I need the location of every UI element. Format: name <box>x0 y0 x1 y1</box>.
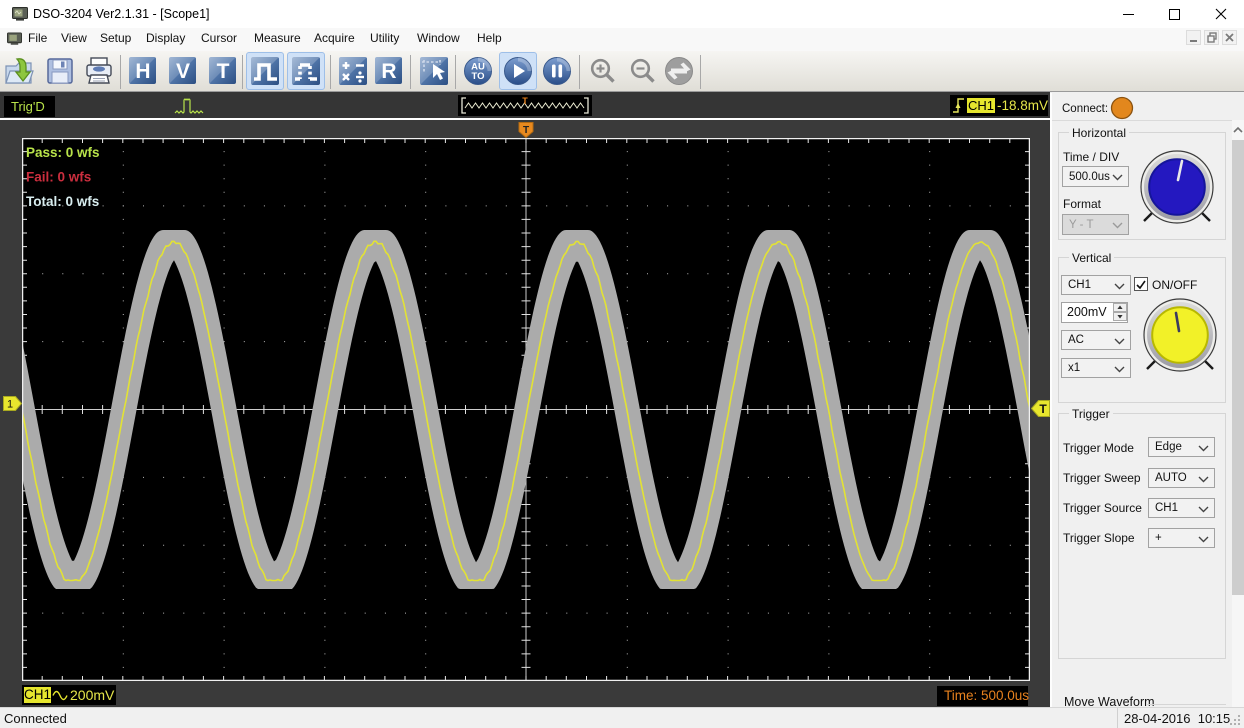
svg-text:T: T <box>523 125 529 136</box>
svg-text:1: 1 <box>7 399 13 411</box>
svg-text:T: T <box>1039 402 1047 416</box>
svg-text:TO: TO <box>471 71 484 82</box>
svg-text:V: V <box>176 60 190 83</box>
svg-text:T: T <box>522 96 528 106</box>
svg-text:Fail: 0 wfs: Fail: 0 wfs <box>26 170 91 185</box>
svg-text:H: H <box>135 60 150 83</box>
svg-text:R: R <box>381 60 396 83</box>
svg-text:Total: 0 wfs: Total: 0 wfs <box>26 194 99 209</box>
svg-text:T: T <box>217 60 230 83</box>
svg-text:Pass: 0 wfs: Pass: 0 wfs <box>26 145 100 160</box>
